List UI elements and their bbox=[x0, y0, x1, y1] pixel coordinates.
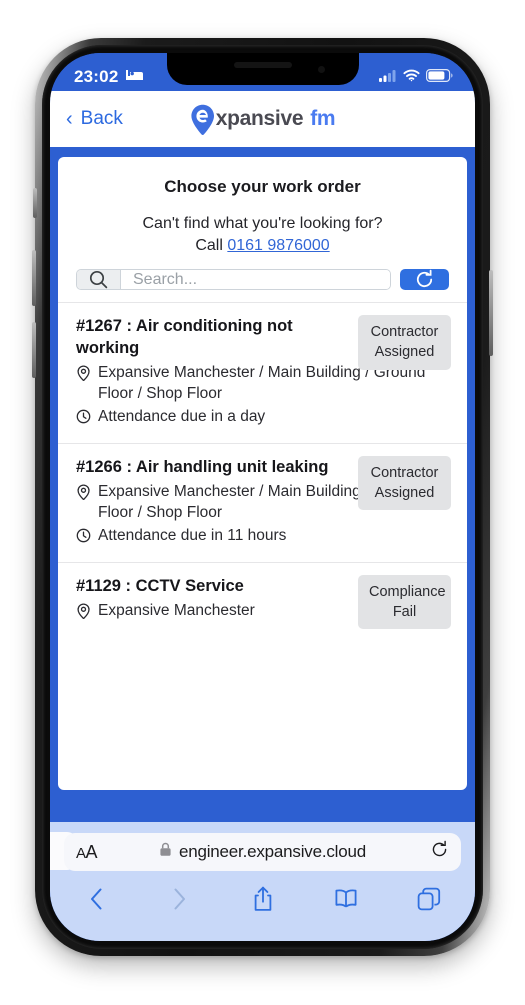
map-pin-icon bbox=[76, 481, 91, 524]
safari-bottom-bar: AA engineer.expansive.cloud bbox=[50, 822, 475, 941]
phone-device-frame: 23:02 ‹ Back xpansive fm Choose your wor… bbox=[32, 38, 493, 956]
map-pin-icon bbox=[76, 362, 91, 405]
help-subtitle: Can't find what you're looking for? bbox=[142, 215, 383, 232]
volume-up-button[interactable] bbox=[32, 250, 36, 306]
status-badge: Contractor Assigned bbox=[358, 455, 451, 511]
work-order-item[interactable]: #1129 : CCTV Service Expansive Mancheste… bbox=[58, 561, 467, 637]
clock-icon bbox=[76, 406, 91, 430]
search-icon bbox=[77, 270, 121, 290]
status-bar-clock: 23:02 bbox=[74, 67, 119, 86]
browser-forward-button[interactable] bbox=[159, 880, 199, 918]
call-prefix: Call bbox=[195, 237, 223, 255]
status-bar-left: 23:02 bbox=[74, 67, 144, 87]
work-order-due: Attendance due in a day bbox=[76, 406, 449, 430]
status-bar-right bbox=[379, 69, 453, 87]
brand-suffix: fm bbox=[310, 107, 336, 130]
reload-icon[interactable] bbox=[430, 840, 449, 864]
page-title: Choose your work order bbox=[164, 177, 361, 196]
front-camera bbox=[317, 66, 325, 73]
search-input[interactable] bbox=[121, 270, 390, 290]
browser-back-button[interactable] bbox=[76, 880, 116, 918]
chevron-left-icon: ‹ bbox=[66, 108, 73, 130]
work-order-due: Attendance due in 11 hours bbox=[76, 525, 449, 549]
app-nav-bar: ‹ Back xpansive fm bbox=[50, 91, 475, 147]
work-order-title: #1267 : Air conditioning not working bbox=[76, 317, 293, 357]
volume-down-button[interactable] bbox=[32, 322, 36, 378]
earpiece-speaker bbox=[233, 62, 292, 68]
mute-switch[interactable] bbox=[33, 188, 37, 218]
share-button[interactable] bbox=[243, 880, 283, 918]
map-pin-icon bbox=[76, 600, 91, 625]
brand-name: xpansive bbox=[215, 107, 304, 130]
url-row: AA engineer.expansive.cloud bbox=[50, 822, 475, 878]
screenshot-stage: 23:02 ‹ Back xpansive fm Choose your wor… bbox=[0, 0, 525, 1005]
work-order-item[interactable]: #1266 : Air handling unit leaking Expans… bbox=[58, 442, 467, 562]
lock-icon bbox=[159, 842, 172, 862]
work-order-list: #1267 : Air conditioning not working Exp… bbox=[58, 302, 467, 637]
work-order-due-text: Attendance due in 11 hours bbox=[98, 527, 287, 545]
power-button[interactable] bbox=[489, 270, 493, 356]
back-button[interactable]: ‹ Back bbox=[66, 108, 123, 130]
call-line: Call 0161 9876000 bbox=[76, 237, 449, 255]
url-text: engineer.expansive.cloud bbox=[178, 842, 367, 861]
bed-icon bbox=[125, 68, 144, 87]
expansive-fm-logo: xpansive fm bbox=[190, 104, 336, 135]
refresh-button[interactable] bbox=[400, 269, 449, 291]
cellular-signal-icon bbox=[379, 69, 397, 87]
tabs-button[interactable] bbox=[409, 880, 449, 918]
phone-screen: 23:02 ‹ Back xpansive fm Choose your wor… bbox=[50, 53, 475, 941]
status-badge: Compliance Fail bbox=[358, 574, 451, 630]
search-row bbox=[58, 255, 467, 291]
clock-icon bbox=[76, 525, 91, 549]
address-bar[interactable]: AA engineer.expansive.cloud bbox=[64, 833, 461, 871]
search-group bbox=[76, 269, 391, 291]
status-badge: Contractor Assigned bbox=[358, 315, 451, 370]
phone-number-link[interactable]: 0161 9876000 bbox=[227, 237, 329, 254]
card-header: Choose your work order Can't find what y… bbox=[58, 157, 467, 255]
work-order-item[interactable]: #1267 : Air conditioning not working Exp… bbox=[58, 302, 467, 443]
work-order-due-text: Attendance due in a day bbox=[98, 408, 266, 426]
wifi-icon bbox=[403, 69, 420, 87]
display-notch bbox=[166, 53, 359, 85]
work-order-title: #1129 : CCTV Service bbox=[76, 576, 244, 595]
bookmarks-button[interactable] bbox=[326, 880, 366, 918]
back-button-label: Back bbox=[80, 108, 123, 129]
safari-toolbar bbox=[50, 878, 475, 918]
work-order-title: #1266 : Air handling unit leaking bbox=[76, 457, 329, 476]
url-display: engineer.expansive.cloud bbox=[64, 842, 461, 862]
text-size-button[interactable]: AA bbox=[76, 842, 98, 863]
battery-icon bbox=[426, 69, 453, 87]
work-order-card: Choose your work order Can't find what y… bbox=[58, 157, 467, 790]
map-pin-e-icon bbox=[190, 104, 215, 135]
